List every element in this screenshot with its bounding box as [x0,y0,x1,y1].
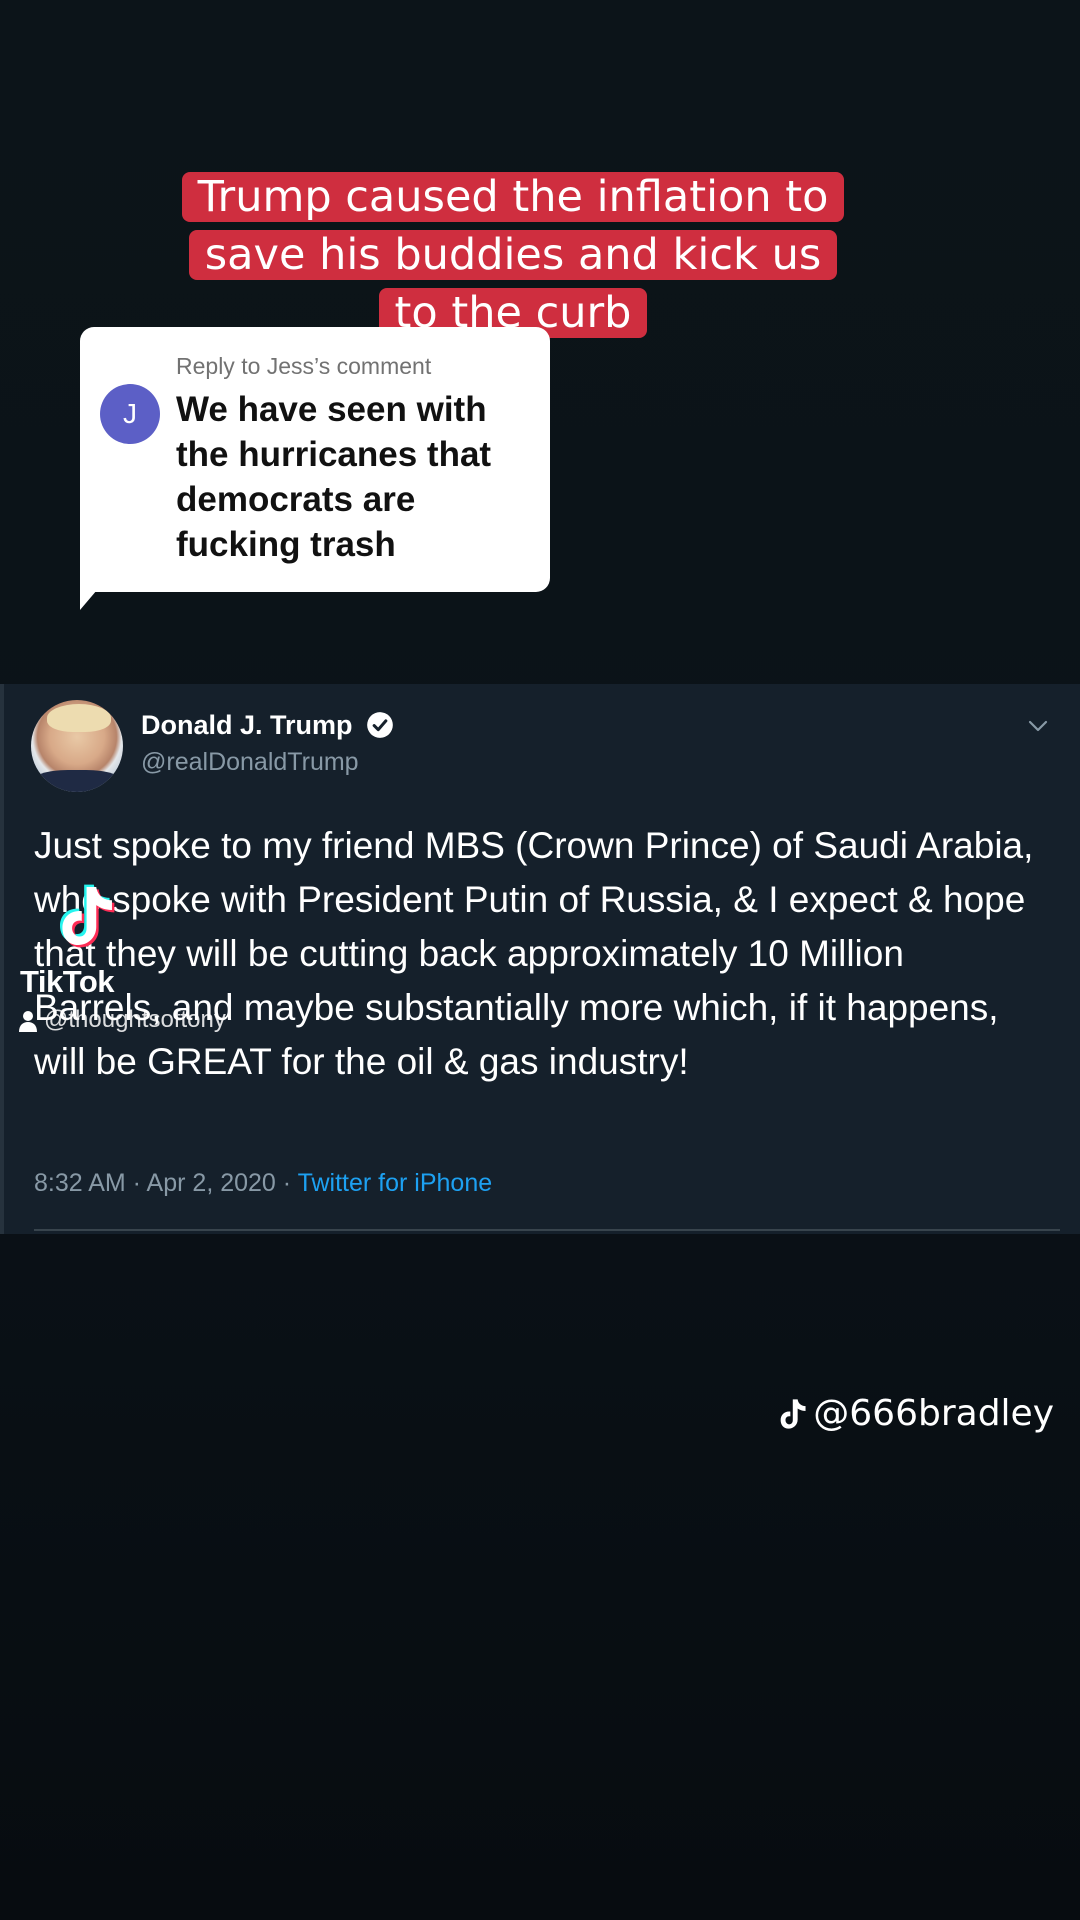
reply-to-label: Reply to Jess’s comment [176,353,432,379]
tiktok-wordmark: TikTok [20,964,115,999]
chevron-down-icon[interactable] [1026,714,1050,738]
reply-comment-bubble[interactable]: J Reply to Jess’s comment We have seen w… [80,327,550,592]
video-frame: Trump caused the inflation to save his b… [0,0,1080,1920]
verified-badge-icon [367,712,393,738]
creator-handle[interactable]: @666bradley [779,1393,1054,1434]
tweet-client-link[interactable]: Twitter for iPhone [298,1169,493,1197]
tweet-meta-separator: · [275,1169,298,1197]
caption-line: save his buddies and kick us [188,230,838,280]
tweet-author-handle: @realDonaldTrump [141,748,359,776]
caption-line: Trump caused the inflation to [181,172,845,222]
creator-handle-text: @666bradley [813,1393,1054,1434]
reply-comment-text: We have seen with the hurricanes that de… [176,390,492,564]
user-icon [19,1011,37,1032]
tweet-author-name: Donald J. Trump [141,710,394,741]
caption-overlay: Trump caused the inflation to save his b… [173,168,853,342]
tweet-meta: 8:32 AM · Apr 2, 2020 · Twitter for iPho… [34,1169,492,1198]
watermark-username: @thoughtsoftony [44,1006,226,1033]
commenter-avatar: J [100,384,160,444]
tweet-author-avatar [31,700,123,792]
tweet-author-name-text: Donald J. Trump [141,710,353,740]
tiktok-logo-icon [60,884,115,948]
tiktok-watermark: TikTok @thoughtsoftony [18,880,278,1040]
tiktok-note-icon [780,1398,806,1429]
divider [34,1229,1060,1231]
tweet-timestamp: 8:32 AM · Apr 2, 2020 [34,1169,276,1197]
reply-bubble-tail [80,570,114,610]
